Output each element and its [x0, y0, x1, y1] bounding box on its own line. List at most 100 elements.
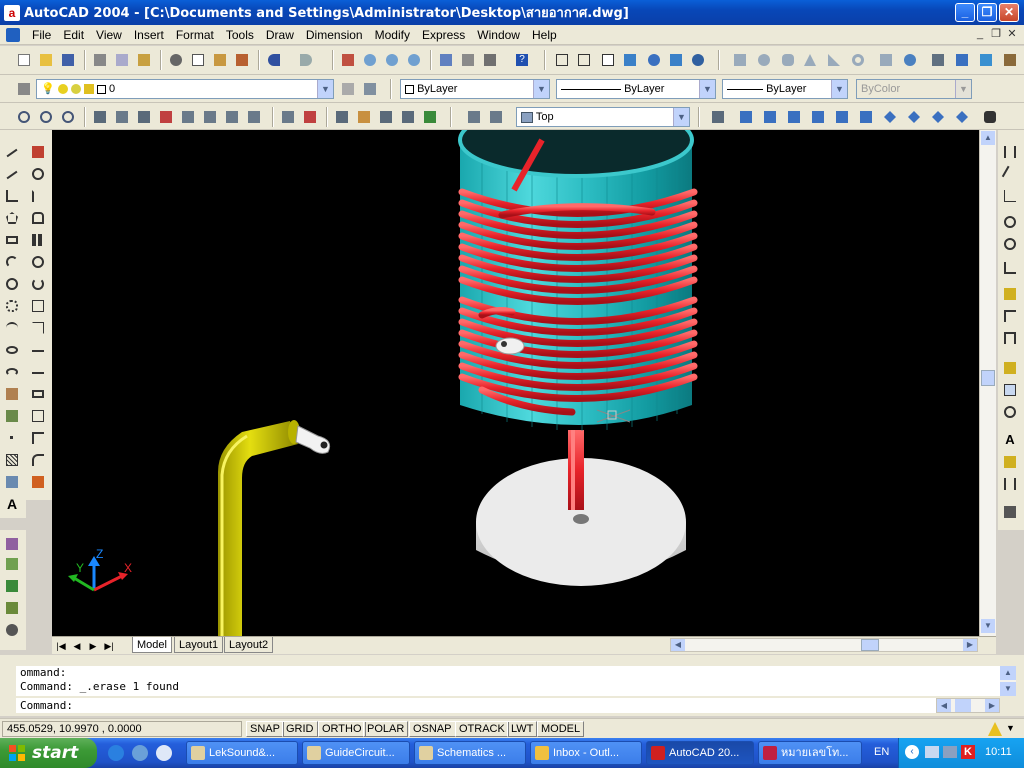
- print-preview-icon[interactable]: [112, 50, 132, 70]
- gouraud-edges-icon[interactable]: [666, 50, 686, 70]
- menu-modify[interactable]: Modify: [369, 28, 416, 42]
- offset-icon[interactable]: [28, 208, 48, 228]
- insert-block-icon[interactable]: [2, 384, 22, 404]
- command-input[interactable]: Command:: [16, 698, 936, 713]
- 3d-views-icon[interactable]: [486, 107, 506, 127]
- center-mark-icon[interactable]: [1000, 402, 1020, 422]
- status-menu-arrow-icon[interactable]: ▼: [1006, 723, 1015, 733]
- right-view-icon[interactable]: [808, 107, 828, 127]
- slice-icon[interactable]: [952, 50, 972, 70]
- command-scrollbar[interactable]: ▲ ▼: [1000, 666, 1016, 696]
- chevron-down-icon[interactable]: ▼: [699, 80, 715, 98]
- properties-icon[interactable]: [436, 50, 456, 70]
- left-view-icon[interactable]: [784, 107, 804, 127]
- construction-line-icon[interactable]: [2, 164, 22, 184]
- ucs-world-icon[interactable]: [36, 107, 56, 127]
- last-tab-icon[interactable]: ▶|: [102, 639, 116, 653]
- antivirus-icon[interactable]: K: [961, 745, 975, 759]
- ucs-x-icon[interactable]: [222, 107, 242, 127]
- scroll-up-arrow-icon[interactable]: ▲: [1000, 666, 1016, 680]
- tab-model[interactable]: Model: [132, 637, 172, 653]
- design-center-icon[interactable]: [458, 50, 478, 70]
- back-view-icon[interactable]: [856, 107, 876, 127]
- media-player-quicklaunch-icon[interactable]: [156, 745, 172, 761]
- nw-isometric-icon[interactable]: [952, 107, 972, 127]
- vertical-scrollbar[interactable]: ▲ ▼: [979, 130, 996, 636]
- support-rod[interactable]: [568, 430, 584, 510]
- menu-edit[interactable]: Edit: [57, 28, 90, 42]
- grid-toggle[interactable]: GRID: [282, 721, 318, 737]
- menu-draw[interactable]: Draw: [260, 28, 300, 42]
- otrack-toggle[interactable]: OTRACK: [455, 721, 509, 737]
- view-combo[interactable]: Top ▼: [516, 107, 690, 127]
- ucs-3point-icon[interactable]: [200, 107, 220, 127]
- ucs-icon[interactable]: [14, 107, 34, 127]
- revision-cloud-icon[interactable]: [2, 296, 22, 316]
- flat-shaded-icon[interactable]: [552, 50, 572, 70]
- taskbar-item[interactable]: Schematics ...: [414, 741, 526, 765]
- erase-icon[interactable]: [28, 142, 48, 162]
- stretch-icon[interactable]: [28, 318, 48, 338]
- monitor-icon[interactable]: [943, 746, 957, 758]
- angular-dimension-icon[interactable]: [1000, 258, 1020, 278]
- extrude-icon[interactable]: [876, 50, 896, 70]
- linear-dimension-icon[interactable]: [1000, 142, 1020, 162]
- cylinder-solid-icon[interactable]: [778, 50, 798, 70]
- radius-dimension-icon[interactable]: [1000, 212, 1020, 232]
- array-icon[interactable]: [28, 230, 48, 250]
- make-object-layer-current-icon[interactable]: [338, 79, 358, 99]
- mirror-icon[interactable]: [28, 186, 48, 206]
- scroll-up-arrow-icon[interactable]: ▲: [981, 131, 995, 145]
- menu-insert[interactable]: Insert: [128, 28, 170, 42]
- print-icon[interactable]: [90, 50, 110, 70]
- copy-icon[interactable]: [188, 50, 208, 70]
- aligned-dimension-icon[interactable]: [1000, 164, 1020, 184]
- help-icon[interactable]: ?: [512, 50, 532, 70]
- mass-properties-icon[interactable]: [2, 576, 22, 596]
- ortho-toggle[interactable]: ORTHO: [318, 721, 366, 737]
- polar-toggle[interactable]: POLAR: [363, 721, 409, 737]
- start-button[interactable]: start: [0, 738, 97, 768]
- scroll-right-arrow-icon[interactable]: ▶: [985, 699, 999, 712]
- doc-restore-icon[interactable]: ❐: [988, 27, 1004, 42]
- autocad-app-icon[interactable]: a: [4, 4, 20, 21]
- diameter-dimension-icon[interactable]: [1000, 234, 1020, 254]
- dimension-style-icon[interactable]: [1000, 502, 1020, 522]
- scroll-down-arrow-icon[interactable]: ▼: [981, 619, 995, 633]
- chevron-down-icon[interactable]: ▼: [831, 80, 847, 98]
- dimension-text-edit-icon[interactable]: [1000, 452, 1020, 472]
- language-indicator[interactable]: EN: [874, 746, 889, 758]
- chamfer-icon[interactable]: [28, 428, 48, 448]
- menu-dimension[interactable]: Dimension: [300, 28, 369, 42]
- named-views-dialog-icon[interactable]: [708, 107, 728, 127]
- menu-window[interactable]: Window: [471, 28, 526, 42]
- arc-icon[interactable]: [2, 252, 22, 272]
- close-button[interactable]: ✕: [999, 3, 1019, 22]
- communication-center-icon[interactable]: [988, 722, 1002, 736]
- baseline-dimension-icon[interactable]: [1000, 306, 1020, 326]
- taskbar-item-active[interactable]: AutoCAD 20...: [646, 741, 754, 765]
- ucs-object-icon[interactable]: [112, 107, 132, 127]
- gouraud-sphere-icon[interactable]: [644, 50, 664, 70]
- trim-icon[interactable]: [28, 340, 48, 360]
- model-toggle[interactable]: MODEL: [537, 721, 585, 737]
- document-icon[interactable]: [6, 27, 20, 42]
- taskbar-item[interactable]: Inbox - Outl...: [530, 741, 642, 765]
- distance-icon[interactable]: [2, 534, 22, 554]
- ellipse-icon[interactable]: [2, 340, 22, 360]
- cone-solid-icon[interactable]: [800, 50, 820, 70]
- menu-file[interactable]: File: [26, 28, 57, 42]
- match-properties-icon[interactable]: [232, 50, 252, 70]
- named-views-icon[interactable]: [464, 107, 484, 127]
- ucs-apply-check-icon[interactable]: [420, 107, 440, 127]
- join-icon[interactable]: [28, 406, 48, 426]
- scroll-down-arrow-icon[interactable]: ▼: [1000, 682, 1016, 696]
- taskbar-item[interactable]: GuideCircuit...: [302, 741, 410, 765]
- scroll-right-arrow-icon[interactable]: ▶: [963, 639, 977, 651]
- region-icon[interactable]: [2, 472, 22, 492]
- wireframe-box-icon[interactable]: [598, 50, 618, 70]
- zoom-realtime-icon[interactable]: [360, 50, 380, 70]
- rectangle-icon[interactable]: [2, 230, 22, 250]
- command-scroll-thumb[interactable]: [955, 699, 971, 712]
- ie-quicklaunch-icon[interactable]: [108, 745, 124, 761]
